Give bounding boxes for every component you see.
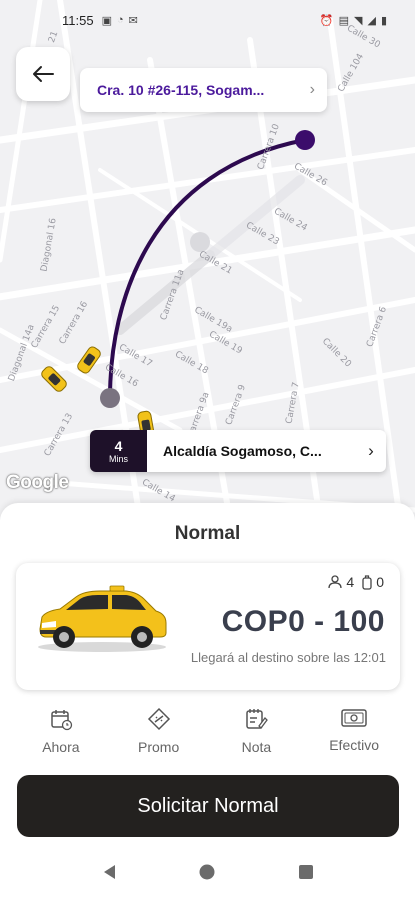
option-label: Nota: [241, 739, 272, 755]
luggage-icon: [362, 574, 372, 590]
eta-value: 4: [114, 437, 123, 454]
option-label: Ahora: [42, 739, 80, 755]
message-icon: ✉: [128, 14, 138, 27]
origin-marker: [295, 130, 315, 150]
nav-recents-icon[interactable]: [298, 864, 314, 880]
whatsapp-icon: ◔: [116, 13, 124, 26]
request-ride-button[interactable]: Solicitar Normal: [17, 775, 399, 837]
signal-icon: ◢: [367, 14, 376, 27]
option-label: Efectivo: [329, 737, 380, 753]
option-label: Promo: [138, 739, 180, 755]
origin-address-pill[interactable]: Cra. 10 #26-115, Sogam... ›: [80, 68, 327, 112]
option-promo[interactable]: Promo: [114, 707, 204, 755]
eta-unit: Mins: [108, 453, 128, 464]
ride-options-sheet: Normal 4 0 COP0 - 100 Llegará al destino…: [0, 503, 415, 843]
option-nota[interactable]: Nota: [211, 707, 301, 755]
wifi-icon: ◥: [354, 14, 363, 27]
destination-marker: [100, 388, 120, 408]
passenger-count: 4: [346, 574, 355, 590]
sheet-title: Normal: [174, 523, 241, 544]
status-time: 11:55: [62, 12, 94, 28]
promo-tag-icon: [147, 707, 170, 731]
luggage-count: 0: [376, 574, 384, 590]
note-icon: [246, 709, 269, 729]
system-nav-bar: [0, 843, 415, 900]
volte-icon: ▤: [338, 14, 349, 27]
nav-home-icon[interactable]: [198, 863, 216, 881]
price-range: COP0 - 100: [221, 605, 385, 638]
camera-icon: ▣: [101, 14, 112, 27]
trip-options: Ahora Promo Nota Efectivo: [0, 707, 415, 755]
status-bar: 11:55 ▣ ◔ ✉ ⏰ ▤ ◥ ◢ ▮: [0, 0, 415, 40]
google-logo: Google: [6, 472, 69, 493]
nav-back-icon[interactable]: [101, 863, 117, 881]
option-ahora[interactable]: Ahora: [16, 707, 106, 755]
destination-address-pill[interactable]: 4 Mins Alcaldía Sogamoso, C... ›: [90, 430, 386, 472]
cash-icon: [341, 709, 367, 727]
destination-address: Alcaldía Sogamoso, C...: [163, 443, 322, 459]
battery-icon: ▮: [380, 14, 387, 27]
calendar-icon: [51, 710, 73, 731]
back-button[interactable]: [16, 47, 70, 101]
chevron-right-icon: ›: [368, 441, 374, 460]
eta-badge: 4 Mins: [90, 430, 147, 472]
alarm-icon: ⏰: [319, 14, 334, 27]
vehicle-option-card[interactable]: 4 0 COP0 - 100 Llegará al destino sobre …: [16, 563, 400, 690]
person-icon: [328, 575, 343, 589]
option-efectivo[interactable]: Efectivo: [309, 707, 399, 755]
back-arrow-icon: [33, 66, 54, 82]
arrival-estimate: Llegará al destino sobre las 12:01: [190, 650, 386, 665]
chevron-right-icon: ›: [309, 81, 315, 98]
taxi-car-image: [38, 585, 167, 652]
capacity-info: 4 0: [328, 574, 384, 590]
origin-address: Cra. 10 #26-115, Sogam...: [97, 82, 265, 98]
